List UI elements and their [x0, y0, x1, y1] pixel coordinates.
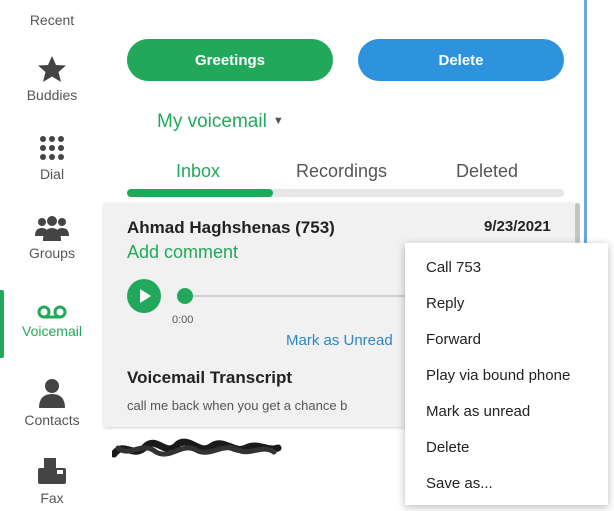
mark-as-unread-link[interactable]: Mark as Unread	[286, 332, 393, 349]
play-button[interactable]	[127, 279, 161, 313]
playback-knob[interactable]	[177, 288, 193, 304]
menu-item-save-as[interactable]: Save as...	[426, 475, 493, 492]
menu-item-play-phone[interactable]: Play via bound phone	[426, 367, 570, 384]
sidebar-item-recent[interactable]: Recent	[0, 12, 104, 28]
voicemail-icon	[37, 305, 67, 319]
scrollbar-thumb[interactable]	[575, 203, 580, 243]
tab-active-indicator	[127, 189, 273, 197]
add-comment-link[interactable]: Add comment	[127, 242, 238, 263]
context-menu: Call 753 Reply Forward Play via bound ph…	[405, 243, 608, 505]
sidebar: Recent Buddies Dial Groups Voicemail Con…	[0, 0, 104, 511]
sidebar-item-label: Recent	[29, 12, 75, 28]
sidebar-item-label: Fax	[40, 490, 64, 506]
dialpad-icon	[40, 136, 64, 160]
mailbox-dropdown[interactable]: My voicemail ▼	[157, 111, 284, 133]
sidebar-item-label: Buddies	[26, 87, 78, 103]
caller-name: Ahmad Haghshenas (753)	[127, 218, 335, 237]
sidebar-item-label: Groups	[29, 245, 75, 261]
sidebar-item-label: Voicemail	[22, 323, 82, 339]
greetings-button[interactable]: Greetings	[127, 39, 333, 81]
sidebar-item-label: Contacts	[24, 412, 80, 428]
playback-time: 0:00	[172, 314, 194, 326]
group-icon	[35, 216, 69, 241]
sidebar-item-fax[interactable]: Fax	[0, 458, 104, 506]
playback-track[interactable]	[185, 295, 410, 297]
sidebar-item-buddies[interactable]: Buddies	[0, 55, 104, 103]
mailbox-selected-value: My voicemail	[157, 111, 267, 132]
sidebar-item-dial[interactable]: Dial	[0, 134, 104, 182]
menu-item-delete[interactable]: Delete	[426, 439, 469, 456]
voicemail-date: 9/23/2021	[484, 218, 551, 235]
transcript-text: call me back when you get a chance b	[127, 398, 348, 413]
tab-inbox[interactable]: Inbox	[176, 161, 220, 182]
menu-item-reply[interactable]: Reply	[426, 295, 464, 312]
sidebar-item-label: Dial	[39, 166, 65, 182]
delete-button[interactable]: Delete	[358, 39, 564, 81]
transcript-title: Voicemail Transcript	[127, 368, 293, 387]
star-icon	[38, 56, 66, 82]
menu-item-call[interactable]: Call 753	[426, 259, 481, 276]
redaction-scribble	[112, 438, 282, 458]
fax-icon	[38, 458, 66, 484]
menu-item-forward[interactable]: Forward	[426, 331, 481, 348]
caret-down-icon: ▼	[272, 115, 284, 127]
menu-item-mark-unread[interactable]: Mark as unread	[426, 403, 530, 420]
sidebar-item-voicemail[interactable]: Voicemail	[0, 305, 104, 339]
sidebar-item-groups[interactable]: Groups	[0, 215, 104, 261]
sidebar-item-contacts[interactable]: Contacts	[0, 378, 104, 428]
tab-deleted[interactable]: Deleted	[456, 161, 518, 182]
person-icon	[39, 379, 65, 408]
tab-recordings[interactable]: Recordings	[296, 161, 387, 182]
